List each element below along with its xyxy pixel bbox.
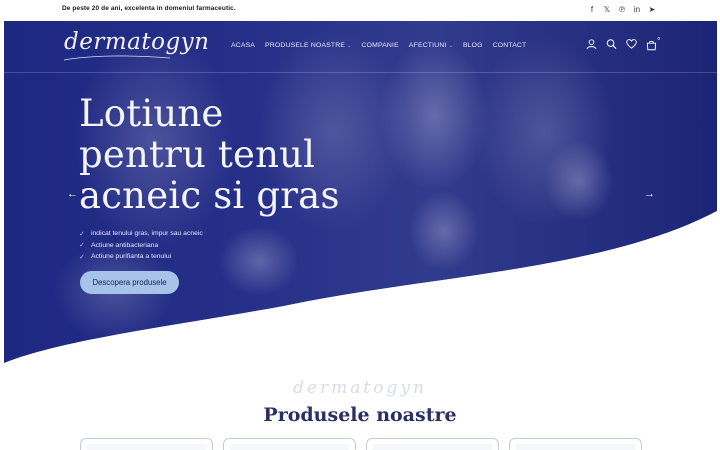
pinterest-icon[interactable]: ℗ — [618, 5, 626, 15]
search-icon[interactable] — [606, 38, 617, 50]
nav-item-contact[interactable]: CONTACT — [493, 42, 527, 49]
product-image — [87, 444, 206, 450]
site-logo[interactable]: dermatogyn — [64, 29, 209, 55]
product-image — [516, 444, 635, 450]
product-cards — [80, 438, 642, 450]
facebook-icon[interactable]: f — [588, 5, 596, 15]
nav-item-companie[interactable]: COMPANIE — [362, 42, 399, 49]
cart-count-badge: 0 — [657, 36, 660, 41]
cart-bag-icon — [646, 40, 657, 51]
nav-item-acasa[interactable]: ACASA — [231, 42, 255, 49]
logo-swoosh — [63, 55, 171, 61]
slider-next-arrow[interactable]: → — [644, 188, 655, 200]
checkmark-icon: ✓ — [79, 242, 85, 250]
header-actions: 0 — [586, 36, 660, 51]
nav-item-afectiuni[interactable]: AFECTIUNI ⌄ — [409, 42, 453, 49]
x-icon[interactable]: 𝕏 — [603, 5, 611, 15]
social-links: f 𝕏 ℗ in ➤ — [588, 5, 656, 15]
linkedin-icon[interactable]: in — [633, 5, 641, 15]
site-header: dermatogyn ACASA PRODUSELE NOASTRE ⌄ COMP… — [4, 21, 717, 73]
hero-features: ✓ indicat tenului gras, impur sau acneic… — [79, 228, 203, 263]
product-image — [373, 444, 492, 450]
hero-title: Lotiune pentru tenul acneic si gras — [79, 92, 340, 217]
wishlist-heart-icon[interactable] — [626, 38, 637, 50]
hero-slider: dermatogyn ACASA PRODUSELE NOASTRE ⌄ COMP… — [4, 21, 717, 366]
checkmark-icon: ✓ — [79, 230, 85, 238]
product-card[interactable] — [366, 438, 499, 450]
account-icon[interactable] — [586, 38, 597, 50]
product-image — [230, 444, 349, 450]
nav-item-produsele-noastre[interactable]: PRODUSELE NOASTRE ⌄ — [265, 42, 351, 49]
section-title: Produsele noastre — [263, 404, 457, 426]
top-tagline: De peste 20 de ani, excelenta in domeniu… — [62, 5, 236, 12]
main-nav: ACASA PRODUSELE NOASTRE ⌄ COMPANIE AFECTI… — [231, 42, 526, 49]
telegram-icon[interactable]: ➤ — [648, 5, 656, 15]
section-watermark-logo: dermatogyn — [293, 378, 427, 398]
slider-prev-arrow[interactable]: ← — [67, 188, 78, 200]
feature-item: ✓ Actiune purifianta a tenului — [79, 253, 172, 261]
checkmark-icon: ✓ — [79, 253, 85, 261]
chevron-down-icon: ⌄ — [347, 43, 352, 49]
top-bar: De peste 20 de ani, excelenta in domeniu… — [0, 0, 720, 20]
discover-products-button[interactable]: Descopera produsele — [80, 271, 179, 294]
product-card[interactable] — [80, 438, 213, 450]
chevron-down-icon: ⌄ — [448, 43, 453, 49]
nav-item-blog[interactable]: BLOG — [463, 42, 483, 49]
feature-item: ✓ Actiune antibacteriana — [79, 241, 159, 250]
product-card[interactable] — [509, 438, 642, 450]
feature-item: ✓ indicat tenului gras, impur sau acneic — [79, 230, 203, 238]
product-card[interactable] — [223, 438, 356, 450]
cart-button[interactable]: 0 — [646, 36, 660, 51]
